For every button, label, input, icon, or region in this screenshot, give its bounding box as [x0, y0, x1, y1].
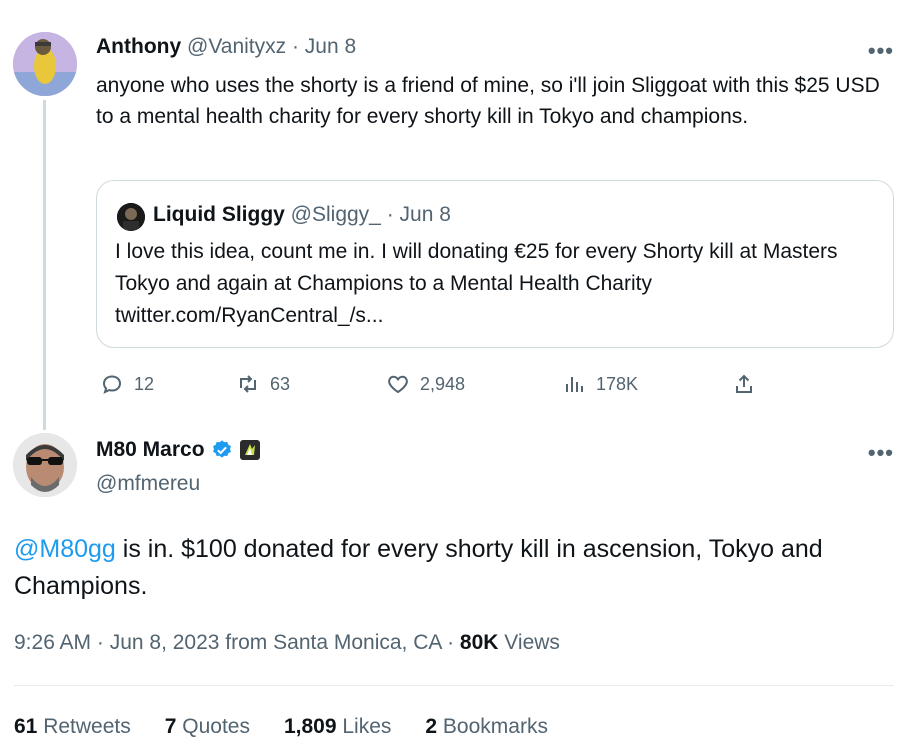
parent-tweet-header: Anthony @Vanityxz · Jun 8: [96, 35, 356, 59]
quoted-tweet-card[interactable]: Liquid Sliggy @Sliggy_ · Jun 8 I love th…: [96, 180, 894, 348]
likes-stat-label: Likes: [336, 715, 392, 738]
quotes-stat-label: Quotes: [176, 715, 250, 738]
avatar-liquid-sliggy: [117, 203, 145, 231]
views-button[interactable]: 178K: [562, 372, 638, 396]
share-icon: [736, 374, 752, 393]
retweet-button[interactable]: 63: [236, 372, 290, 396]
likes-stat-count: 1,809: [283, 715, 337, 738]
retweet-icon: [240, 375, 256, 393]
main-author-name[interactable]: M80 Marco: [96, 438, 205, 462]
main-author-name-row: M80 Marco: [96, 438, 261, 462]
reply-count: 12: [134, 373, 155, 394]
affiliate-badge-icon[interactable]: [239, 439, 261, 461]
bookmarks-stat-label: Bookmarks: [437, 715, 548, 738]
quoted-tweet-header: Liquid Sliggy @Sliggy_ · Jun 8: [153, 203, 451, 227]
quotes-stat[interactable]: 7 Quotes: [165, 715, 250, 739]
tweet-action-bar: 12 63 2,948 178K: [96, 372, 776, 398]
main-tweet-body: is in. $100 donated for every shorty kil…: [14, 535, 823, 600]
tweet-date[interactable]: · Jun 8: [292, 35, 356, 58]
quoted-tweet-date: · Jun 8: [386, 203, 451, 226]
tweet-metadata: 9:26 AM · Jun 8, 2023 from Santa Monica,…: [14, 631, 560, 655]
quoted-tweet-text: I love this idea, count me in. I will do…: [115, 240, 838, 327]
views-count: 178K: [596, 373, 639, 394]
reply-button[interactable]: 12: [100, 372, 154, 396]
quotes-stat-count: 7: [164, 715, 177, 738]
verified-badge-icon: [212, 440, 231, 458]
parent-tweet-text: anyone who uses the shorty is a friend o…: [96, 74, 880, 128]
thread-connector-line: [43, 100, 46, 430]
views-total: 80K: [459, 631, 499, 654]
author-handle[interactable]: @Vanityxz: [187, 35, 286, 58]
engagement-stats: 61 Retweets 7 Quotes 1,809 Likes 2 Bookm…: [14, 715, 548, 739]
stats-divider: [14, 685, 894, 686]
retweets-stat-count: 61: [14, 715, 38, 738]
like-count: 2,948: [420, 373, 466, 394]
mention-link[interactable]: @M80gg: [14, 535, 116, 563]
bookmarks-stat[interactable]: 2 Bookmarks: [425, 715, 548, 739]
tweet-timestamp[interactable]: 9:26 AM · Jun 8, 2023 from Santa Monica,…: [14, 631, 460, 654]
more-options-icon-main[interactable]: •••: [868, 440, 894, 466]
likes-stat[interactable]: 1,809 Likes: [284, 715, 391, 739]
avatar-anthony[interactable]: [13, 32, 77, 96]
author-name[interactable]: Anthony: [96, 35, 181, 58]
heart-icon: [388, 375, 408, 394]
bookmarks-stat-count: 2: [425, 715, 438, 738]
share-button[interactable]: [732, 372, 756, 396]
reply-icon: [102, 375, 122, 394]
quoted-author-name: Liquid Sliggy: [153, 203, 285, 226]
avatar-m80-marco[interactable]: [13, 433, 77, 497]
main-tweet-text: @M80gg is in. $100 donated for every sho…: [14, 531, 904, 605]
retweets-stat[interactable]: 61 Retweets: [14, 715, 131, 739]
analytics-icon: [566, 377, 583, 392]
retweets-stat-label: Retweets: [37, 715, 131, 738]
quoted-author-handle: @Sliggy_: [290, 203, 381, 226]
main-author-handle[interactable]: @mfmereu: [96, 472, 200, 496]
like-button[interactable]: 2,948: [386, 372, 465, 396]
retweet-count: 63: [270, 373, 291, 394]
views-label: Views: [498, 631, 560, 654]
more-options-icon[interactable]: •••: [868, 38, 894, 64]
